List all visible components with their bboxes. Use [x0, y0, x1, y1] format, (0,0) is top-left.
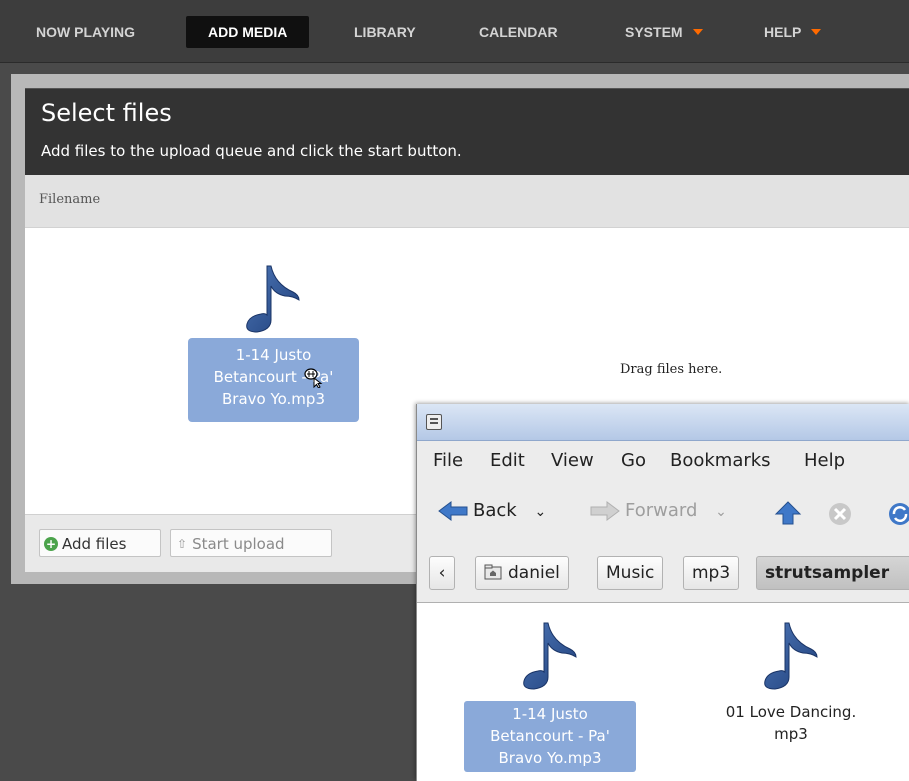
menu-bookmarks[interactable]: Bookmarks — [670, 450, 771, 471]
file-item[interactable]: 01 Love Dancing. mp3 — [705, 621, 877, 745]
menu-help[interactable]: Help — [804, 450, 845, 471]
chevron-down-icon[interactable]: ⌄ — [534, 504, 546, 520]
chevron-down-icon — [811, 29, 822, 36]
menu-file[interactable]: File — [433, 450, 463, 471]
nav-add-media[interactable]: ADD MEDIA — [186, 16, 310, 48]
music-note-icon — [523, 622, 577, 690]
path-bar: ‹ daniel Music mp3 strutsampler — [417, 550, 909, 596]
start-upload-label: Start upload — [192, 535, 285, 553]
nav-system[interactable]: SYSTEM — [613, 16, 715, 48]
toolbar: Back ⌄ Forward ⌄ — [417, 486, 909, 538]
dragged-file-line: 1-14 Justo — [235, 346, 312, 364]
forward-label: Forward — [625, 500, 698, 521]
dragged-file-line: Betancourt - Pa' — [213, 368, 334, 386]
panel-header: Select files Add files to the upload que… — [25, 88, 909, 176]
file-name-line: 1-14 Justo — [512, 705, 588, 723]
file-name-line: Betancourt - Pa' — [490, 727, 610, 745]
drag-cursor-icon — [304, 368, 323, 388]
back-label: Back — [473, 500, 517, 521]
file-view[interactable]: 1-14 Justo Betancourt - Pa' Bravo Yo.mp3… — [417, 602, 909, 781]
chevron-down-icon[interactable]: ⌄ — [715, 504, 727, 520]
menu-view[interactable]: View — [551, 450, 594, 471]
start-upload-button[interactable]: ⇧ Start upload — [170, 529, 332, 557]
back-button[interactable]: Back ⌄ — [437, 500, 546, 522]
plus-icon: + — [44, 536, 58, 551]
nav-help-label: HELP — [764, 24, 802, 40]
path-crumb-current[interactable]: strutsampler — [756, 556, 909, 590]
path-crumb-label: daniel — [508, 563, 560, 583]
path-crumb-home[interactable]: daniel — [475, 556, 569, 590]
back-arrow-icon — [438, 501, 468, 521]
menu-bar: File Edit View Go Bookmarks Help — [417, 441, 909, 479]
nav-calendar[interactable]: CALENDAR — [467, 16, 570, 48]
path-crumb-mp3[interactable]: mp3 — [683, 556, 740, 590]
window-titlebar[interactable] — [417, 404, 909, 441]
menu-go[interactable]: Go — [621, 450, 646, 471]
path-crumb-music[interactable]: Music — [597, 556, 664, 590]
forward-arrow-icon — [590, 501, 620, 521]
nav-help[interactable]: HELP — [752, 16, 833, 48]
file-item[interactable]: 1-14 Justo Betancourt - Pa' Bravo Yo.mp3 — [464, 621, 636, 772]
chevron-down-icon — [692, 29, 703, 36]
upload-arrow-icon: ⇧ — [177, 536, 188, 551]
filename-column-header[interactable]: Filename — [25, 175, 909, 228]
nav-system-label: SYSTEM — [625, 24, 683, 40]
file-name-line: mp3 — [774, 725, 808, 743]
stop-icon[interactable] — [827, 501, 853, 527]
reload-icon[interactable] — [887, 501, 909, 527]
drop-hint: Drag files here. — [620, 362, 723, 377]
file-manager-window: File Edit View Go Bookmarks Help Back ⌄ … — [416, 404, 909, 781]
file-item-label: 01 Love Dancing. mp3 — [705, 701, 877, 745]
forward-button[interactable]: Forward ⌄ — [589, 500, 727, 522]
file-item-label: 1-14 Justo Betancourt - Pa' Bravo Yo.mp3 — [464, 701, 636, 772]
add-files-button[interactable]: + Add files — [39, 529, 161, 557]
dragged-file[interactable]: 1-14 Justo Betancourt - Pa' Bravo Yo.mp3 — [188, 264, 359, 422]
music-note-icon — [246, 265, 300, 333]
nav-now-playing[interactable]: NOW PLAYING — [24, 16, 147, 48]
file-name-line: 01 Love Dancing. — [725, 703, 857, 721]
nav-library[interactable]: LIBRARY — [342, 16, 428, 48]
menu-edit[interactable]: Edit — [490, 450, 525, 471]
dragged-file-label: 1-14 Justo Betancourt - Pa' Bravo Yo.mp3 — [188, 338, 359, 422]
dragged-file-line: Bravo Yo.mp3 — [221, 390, 325, 408]
filename-column-label: Filename — [39, 192, 101, 207]
home-folder-icon — [484, 564, 502, 580]
page-title: Select files — [41, 99, 172, 127]
file-name-line: Bravo Yo.mp3 — [498, 749, 602, 767]
top-navigation: NOW PLAYING ADD MEDIA LIBRARY CALENDAR S… — [0, 0, 909, 63]
page-subtitle: Add files to the upload queue and click … — [41, 142, 462, 160]
music-note-icon — [764, 622, 818, 690]
add-files-label: Add files — [62, 535, 127, 553]
window-menu-icon[interactable] — [426, 414, 442, 430]
up-arrow-icon[interactable] — [774, 500, 802, 526]
path-scroll-left-button[interactable]: ‹ — [429, 556, 455, 590]
